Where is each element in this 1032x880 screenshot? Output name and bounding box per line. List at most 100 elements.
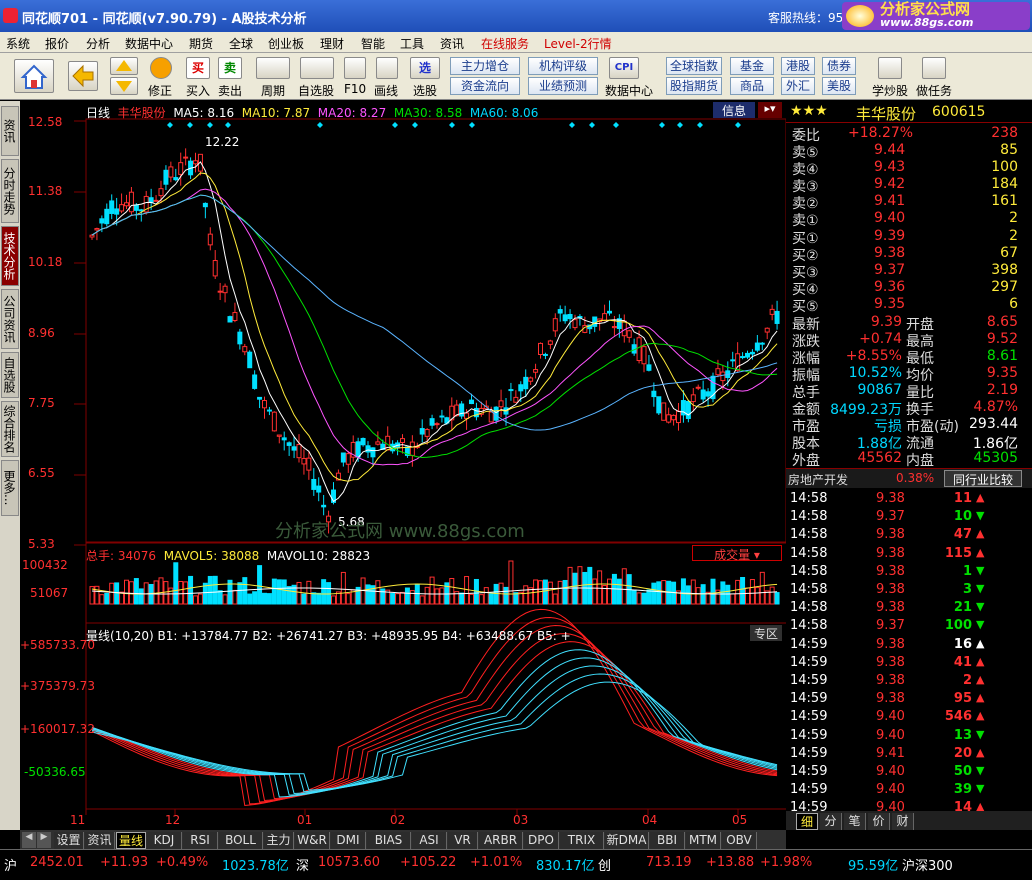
task-icon[interactable] [922, 57, 946, 79]
indicator-tab[interactable]: ARBR [479, 832, 523, 849]
side-tab-technical[interactable]: 技术分析 [1, 226, 19, 286]
quote-tab-price[interactable]: 价 [868, 813, 890, 830]
indicator-tab[interactable]: 设置 [54, 832, 84, 849]
cpi-icon[interactable]: CPI [609, 57, 639, 79]
btn-us[interactable]: 美股 [822, 77, 856, 95]
candle-body [370, 447, 376, 458]
f10-icon[interactable] [344, 57, 366, 79]
btn-hk[interactable]: 港股 [781, 57, 815, 75]
sell-icon[interactable]: 卖 [218, 57, 242, 79]
side-tab-selfsel[interactable]: 自选股 [1, 352, 19, 398]
kline-chart[interactable] [20, 101, 786, 830]
btn-forecast[interactable]: 业绩预测 [528, 77, 598, 95]
volume-bar [759, 571, 765, 605]
btn-global-index[interactable]: 全球指数 [666, 57, 722, 75]
btn-bond[interactable]: 债券 [822, 57, 856, 75]
side-tab-company[interactable]: 公司资讯 [1, 289, 19, 349]
menu-quote[interactable]: 报价 [45, 35, 69, 52]
indicator-tab[interactable]: W&R [295, 832, 330, 849]
quote-stock-code: 600615 [932, 104, 986, 120]
selfsel-icon[interactable] [300, 57, 334, 79]
indicator-tab[interactable]: BBI [650, 832, 685, 849]
side-tab-rank[interactable]: 综合排名 [1, 401, 19, 457]
zone-button[interactable]: 专区 [750, 625, 782, 641]
indicator-tab[interactable]: VR [448, 832, 478, 849]
btn-main-add[interactable]: 主力增仓 [450, 57, 520, 75]
quote-tab-min[interactable]: 分 [820, 813, 842, 830]
fix-icon[interactable] [150, 57, 172, 79]
menu-gem[interactable]: 创业板 [268, 35, 304, 52]
indicator-tab[interactable]: MTM [686, 832, 721, 849]
volume-bar [488, 593, 494, 605]
menu-futures[interactable]: 期货 [189, 35, 213, 52]
info-button[interactable]: 信息 [713, 102, 755, 118]
btn-forex[interactable]: 外汇 [781, 77, 815, 95]
indicator-tab[interactable]: BOLL [219, 832, 263, 849]
chart-area[interactable]: 日线 丰华股份 MA5: 8.16 MA10: 7.87 MA20: 8.27 … [20, 101, 786, 830]
side-tab-news[interactable]: 资讯 [1, 106, 19, 156]
back-button[interactable] [68, 61, 98, 91]
indicator-tab[interactable]: DPO [524, 832, 559, 849]
buy-icon[interactable]: 买 [186, 57, 210, 79]
quote-tab-detail[interactable]: 细 [796, 813, 818, 830]
scroll-right-button[interactable]: ▶ [37, 832, 51, 848]
candle-body [690, 394, 696, 403]
indicator-tab[interactable]: RSI [183, 832, 218, 849]
menu-finance[interactable]: 理财 [320, 35, 344, 52]
app-logo-icon [3, 8, 18, 23]
menu-tools[interactable]: 工具 [400, 35, 424, 52]
scroll-left-button[interactable]: ◀ [22, 832, 36, 848]
menu-global[interactable]: 全球 [229, 35, 253, 52]
candle-body [286, 442, 292, 446]
menu-datacenter[interactable]: 数据中心 [125, 35, 173, 52]
indicator-tab[interactable]: 量线 [116, 832, 146, 849]
btn-fundflow[interactable]: 资金流向 [450, 77, 520, 95]
btn-rating[interactable]: 机构评级 [528, 57, 598, 75]
menu-smart[interactable]: 智能 [361, 35, 385, 52]
indicator-tab[interactable]: OBV [722, 832, 757, 849]
indicator-header: 量线(10,20) B1: +13784.77 B2: +26741.27 B3… [86, 629, 571, 643]
indicator-tab[interactable]: KDJ [147, 832, 182, 849]
menu-online[interactable]: 在线服务 [481, 35, 529, 52]
candle-body [552, 318, 558, 332]
btn-fund[interactable]: 基金 [730, 57, 774, 75]
candle-body [562, 314, 568, 322]
period-icon[interactable] [256, 57, 290, 79]
indicator-tab[interactable]: BIAS [367, 832, 411, 849]
indicator-tick: +160017.32 [20, 722, 95, 736]
candle-body [311, 478, 317, 490]
menu-news[interactable]: 资讯 [440, 35, 464, 52]
industry-compare-button[interactable]: 同行业比较 [944, 470, 1022, 487]
candle-body [661, 402, 667, 421]
candle-body [153, 199, 159, 202]
indicator-tab[interactable]: TRIX [560, 832, 604, 849]
bid-row: 买① 9.39 2 [792, 228, 1018, 247]
candle-body [730, 359, 736, 362]
indicator-tab[interactable]: ASI [412, 832, 447, 849]
btn-commodity[interactable]: 商品 [730, 77, 774, 95]
menu-level2[interactable]: Level-2行情 [544, 35, 612, 52]
indicator-tab[interactable]: 主力 [264, 832, 294, 849]
btn-index-futures[interactable]: 股指期货 [666, 77, 722, 95]
quote-tab-trade[interactable]: 笔 [844, 813, 866, 830]
study-icon[interactable] [878, 57, 902, 79]
quote-tab-finance[interactable]: 财 [892, 813, 914, 830]
candle-body [296, 444, 302, 459]
indicator-tab[interactable]: DMI [331, 832, 366, 849]
chart-menu-button[interactable]: ▸▾ [758, 102, 782, 118]
signal-marker [449, 122, 455, 128]
down-button[interactable] [110, 77, 138, 95]
volume-bar [680, 578, 686, 605]
home-button[interactable] [14, 59, 54, 93]
menu-system[interactable]: 系统 [6, 35, 30, 52]
choose-icon[interactable]: 选 [410, 57, 440, 79]
up-button[interactable] [110, 57, 138, 75]
volume-indicator-select[interactable]: 成交量 ▾ [692, 545, 782, 562]
side-tab-more[interactable]: 更多... [1, 460, 19, 516]
menu-analysis[interactable]: 分析 [86, 35, 110, 52]
side-tab-intraday[interactable]: 分时走势 [1, 159, 19, 223]
indicator-tab[interactable]: 新DMA [605, 832, 649, 849]
draw-icon[interactable] [376, 57, 398, 79]
indicator-tab[interactable]: 资讯 [85, 832, 115, 849]
volume-bar [493, 583, 499, 605]
